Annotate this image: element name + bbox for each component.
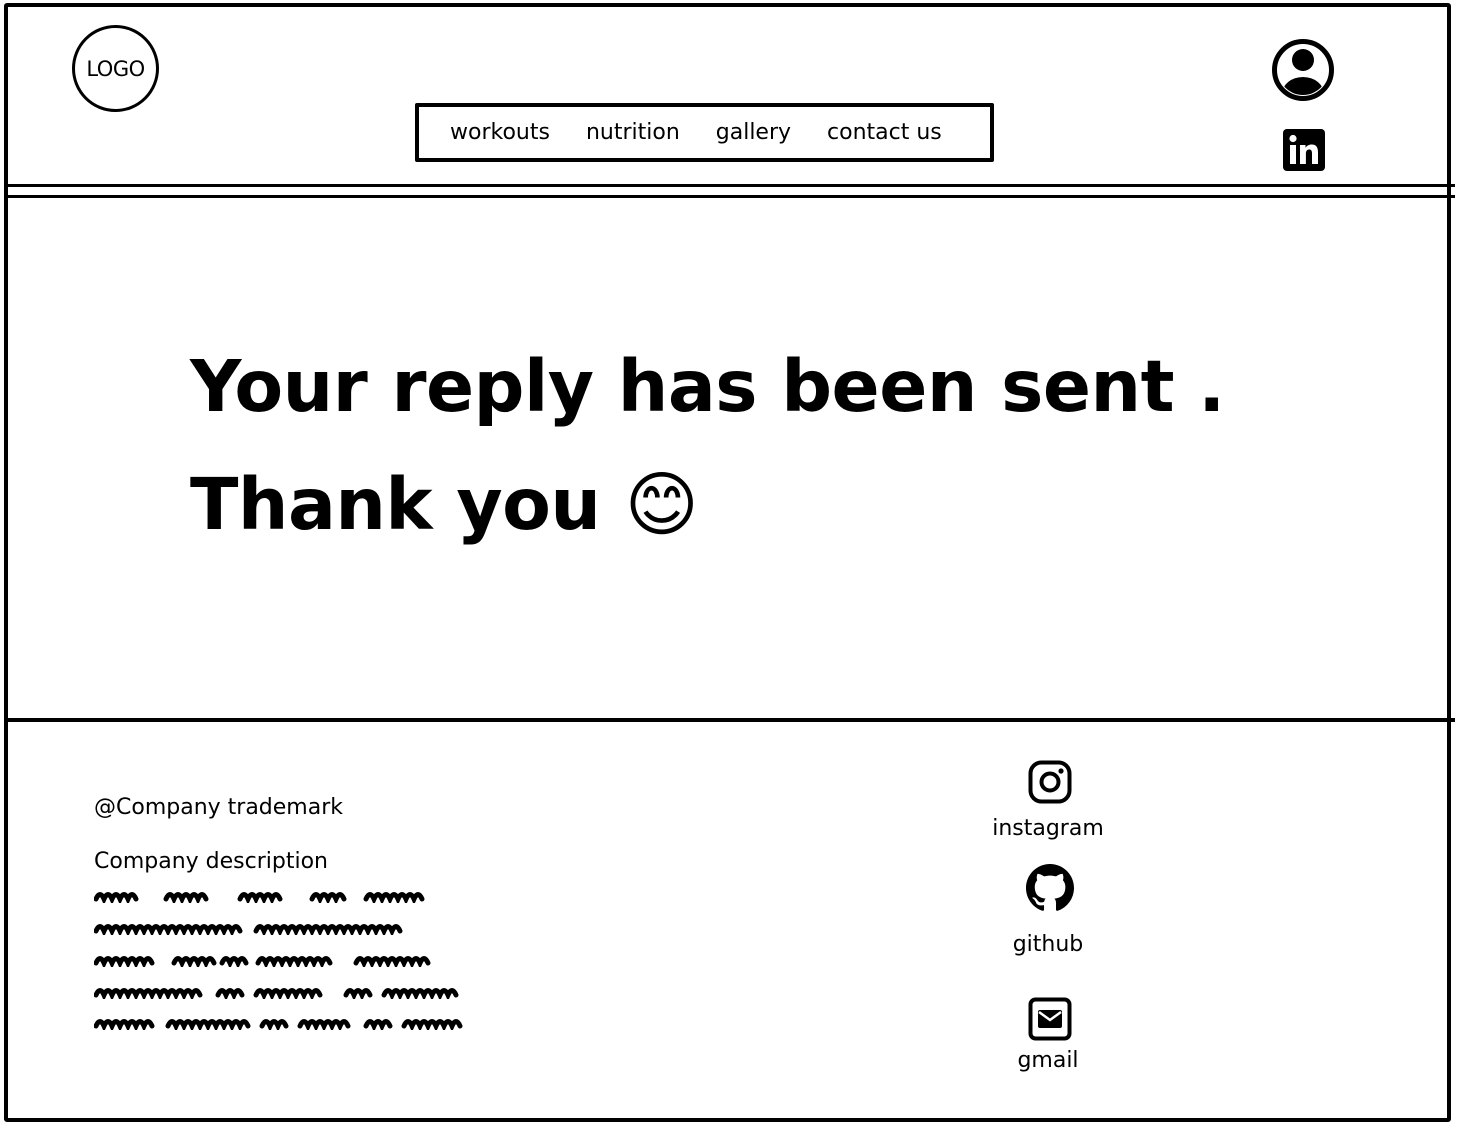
description-scribble-line: [94, 892, 425, 903]
instagram-link[interactable]: instagram: [948, 816, 1148, 841]
nav-item-gallery[interactable]: gallery: [716, 120, 791, 145]
footer-divider: [4, 718, 1455, 722]
instagram-icon[interactable]: [1028, 760, 1072, 804]
github-link[interactable]: github: [948, 932, 1148, 957]
gmail-link[interactable]: gmail: [948, 1048, 1148, 1073]
mail-icon[interactable]: [1028, 997, 1072, 1041]
user-avatar-icon[interactable]: [1271, 38, 1335, 102]
logo-text: LOGO: [86, 56, 145, 81]
github-icon[interactable]: [1026, 864, 1074, 912]
header-divider-second: [4, 195, 1455, 198]
company-trademark: @Company trademark: [94, 795, 344, 820]
linkedin-icon[interactable]: [1283, 129, 1325, 171]
nav-item-contact-us[interactable]: contact us: [827, 120, 942, 145]
thank-you-message: Thank you 😊: [190, 463, 699, 546]
main-nav: workouts nutrition gallery contact us: [415, 103, 994, 162]
nav-item-workouts[interactable]: workouts: [450, 120, 550, 145]
description-scribble-line: [94, 1019, 463, 1030]
description-scribble-line: [94, 988, 459, 999]
nav-item-nutrition[interactable]: nutrition: [586, 120, 680, 145]
company-description-title: Company description: [94, 849, 328, 874]
description-scribble-line: [94, 956, 431, 967]
description-scribble-line: [94, 924, 403, 935]
confirmation-message: Your reply has been sent .: [190, 345, 1225, 428]
logo[interactable]: LOGO: [72, 25, 159, 112]
header-divider: [4, 184, 1455, 187]
